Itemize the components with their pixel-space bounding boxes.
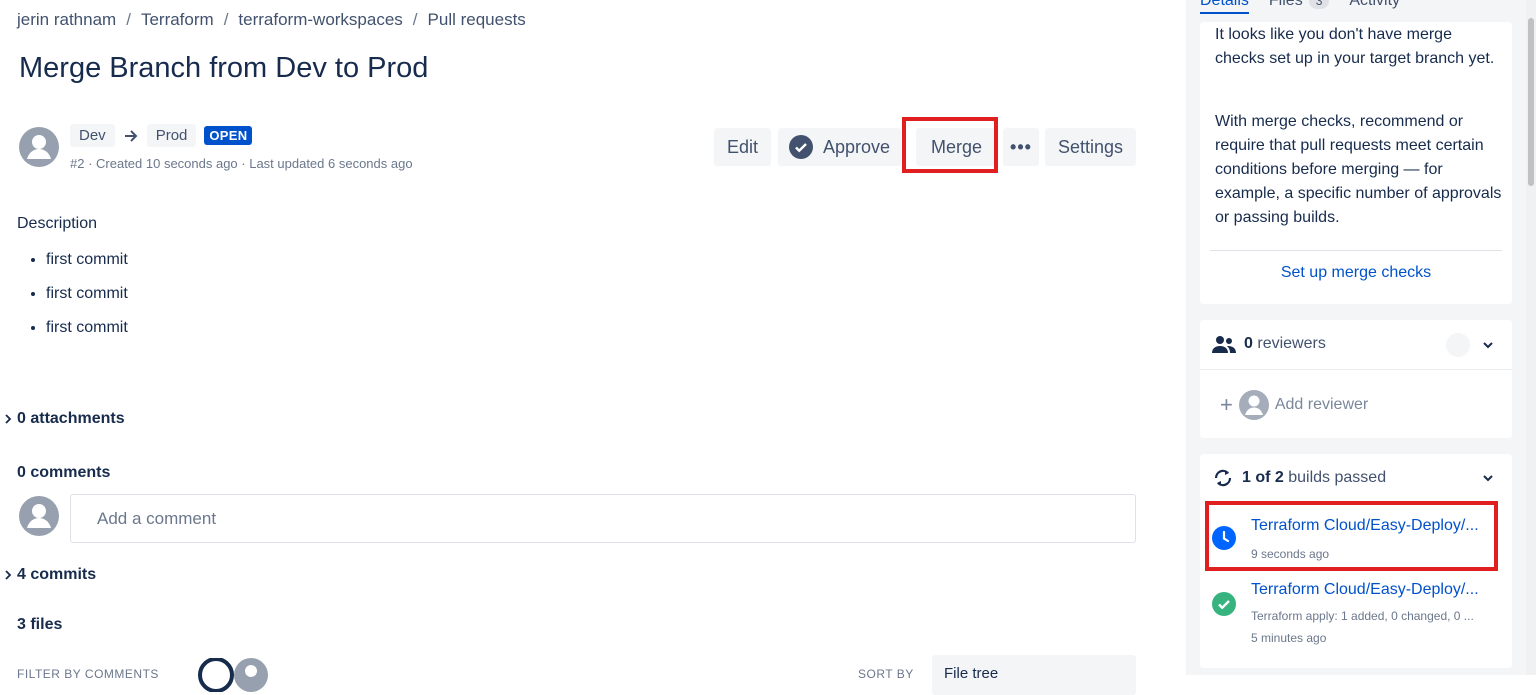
reviewers-header[interactable]: 0 reviewers — [1212, 334, 1326, 354]
breadcrumb: jerin rathnam / Terraform / terraform-worksp… — [17, 10, 526, 30]
tab-details-label: Details — [1200, 0, 1249, 9]
divider — [1200, 369, 1512, 370]
merge-checks-info: With merge checks, recommend or require … — [1215, 113, 1502, 226]
list-item: first commit — [46, 318, 128, 352]
breadcrumb-user[interactable]: jerin rathnam — [17, 10, 116, 29]
filter-avatars-icon[interactable] — [197, 658, 271, 692]
build-time: 5 minutes ago — [1251, 631, 1327, 645]
people-icon — [1212, 336, 1236, 353]
settings-button[interactable]: Settings — [1045, 128, 1136, 166]
breadcrumb-separator: / — [126, 10, 131, 29]
edit-button[interactable]: Edit — [714, 128, 771, 166]
comment-input[interactable] — [70, 494, 1136, 543]
reviewer-placeholder-avatar — [1446, 333, 1470, 357]
build-link[interactable]: Terraform Cloud/Easy-Deploy/... — [1251, 581, 1496, 599]
tab-activity[interactable]: Activity — [1349, 0, 1400, 10]
scrollbar-thumb[interactable] — [1528, 18, 1534, 186]
chevron-right-icon — [5, 570, 12, 580]
reviewers-label: reviewers — [1257, 335, 1326, 352]
sort-select[interactable]: File tree — [932, 655, 1136, 695]
build-time: 9 seconds ago — [1251, 547, 1330, 561]
arrow-right-icon — [124, 129, 138, 142]
reviewers-count: 0 — [1244, 335, 1253, 352]
setup-merge-checks-link[interactable]: Set up merge checks — [1200, 264, 1512, 282]
builds-count: 1 of 2 — [1242, 469, 1284, 486]
merge-button[interactable]: Merge — [916, 128, 997, 166]
breadcrumb-project[interactable]: Terraform — [141, 10, 214, 29]
attachments-label: 0 attachments — [17, 410, 125, 427]
success-check-icon — [1212, 592, 1236, 616]
list-item: first commit — [46, 284, 128, 318]
commits-toggle[interactable]: 4 commits — [5, 566, 97, 584]
target-branch[interactable]: Prod — [146, 124, 197, 147]
sort-label: SORT BY — [858, 667, 914, 681]
build-summary: Terraform apply: 1 added, 0 changed, 0 .… — [1251, 609, 1474, 623]
plus-icon: + — [1220, 392, 1233, 417]
user-avatar-icon — [19, 496, 59, 536]
tab-files[interactable]: Files 3 — [1268, 0, 1330, 10]
tab-details[interactable]: Details — [1200, 0, 1249, 14]
add-reviewer-label: Add reviewer — [1274, 396, 1369, 413]
clock-icon — [1212, 526, 1236, 550]
chevron-down-icon[interactable] — [1481, 471, 1495, 485]
builds-card: 1 of 2 builds passed Terraform Cloud/Eas… — [1200, 454, 1512, 668]
reviewers-card: 0 reviewers + Add reviewer — [1200, 320, 1512, 438]
merge-checks-card: It looks like you don't have merge check… — [1200, 22, 1512, 304]
breadcrumb-separator: / — [223, 10, 229, 29]
user-avatar-icon — [1238, 390, 1269, 420]
commits-label: 4 commits — [17, 566, 97, 583]
description-label: Description — [17, 215, 98, 232]
chevron-right-icon — [5, 414, 12, 424]
page-title: Merge Branch from Dev to Prod — [19, 52, 429, 84]
scrollbar[interactable] — [1526, 0, 1536, 675]
refresh-icon — [1214, 469, 1232, 487]
chevron-down-icon[interactable] — [1481, 338, 1495, 352]
builds-label: builds passed — [1288, 469, 1387, 486]
list-item: first commit — [46, 250, 128, 284]
more-actions-button[interactable]: ••• — [1003, 128, 1039, 166]
branch-row: Dev Prod OPEN — [70, 124, 253, 147]
breadcrumb-pull-requests[interactable]: Pull requests — [428, 10, 526, 29]
breadcrumb-separator: / — [412, 10, 418, 29]
files-count-badge: 3 — [1308, 0, 1330, 9]
build-link[interactable]: Terraform Cloud/Easy-Deploy/... — [1251, 517, 1496, 535]
add-reviewer-button[interactable]: + Add reviewer — [1220, 390, 1368, 420]
breadcrumb-repo[interactable]: terraform-workspaces — [238, 10, 402, 29]
author-avatar-icon[interactable] — [19, 127, 59, 167]
files-label: 3 files — [17, 616, 63, 633]
merge-checks-text: It looks like you don't have merge check… — [1215, 26, 1495, 67]
divider — [1210, 250, 1502, 251]
approve-button[interactable]: Approve — [778, 128, 901, 166]
builds-header[interactable]: 1 of 2 builds passed — [1212, 467, 1386, 489]
attachments-toggle[interactable]: 0 attachments — [5, 410, 125, 428]
tab-files-label: Files — [1268, 0, 1303, 9]
check-circle-icon — [788, 135, 813, 159]
status-badge: OPEN — [204, 126, 253, 145]
filter-label: FILTER BY COMMENTS — [17, 667, 159, 681]
tab-activity-label: Activity — [1349, 0, 1401, 9]
description-list: first commit first commit first commit — [27, 250, 128, 352]
approve-label: Approve — [822, 136, 891, 157]
pr-meta: #2 · Created 10 seconds ago · Last updat… — [70, 156, 413, 171]
comments-label: 0 comments — [17, 464, 111, 481]
sidebar-tabs: Details Files 3 Activity — [1200, 0, 1420, 14]
source-branch[interactable]: Dev — [70, 124, 115, 147]
